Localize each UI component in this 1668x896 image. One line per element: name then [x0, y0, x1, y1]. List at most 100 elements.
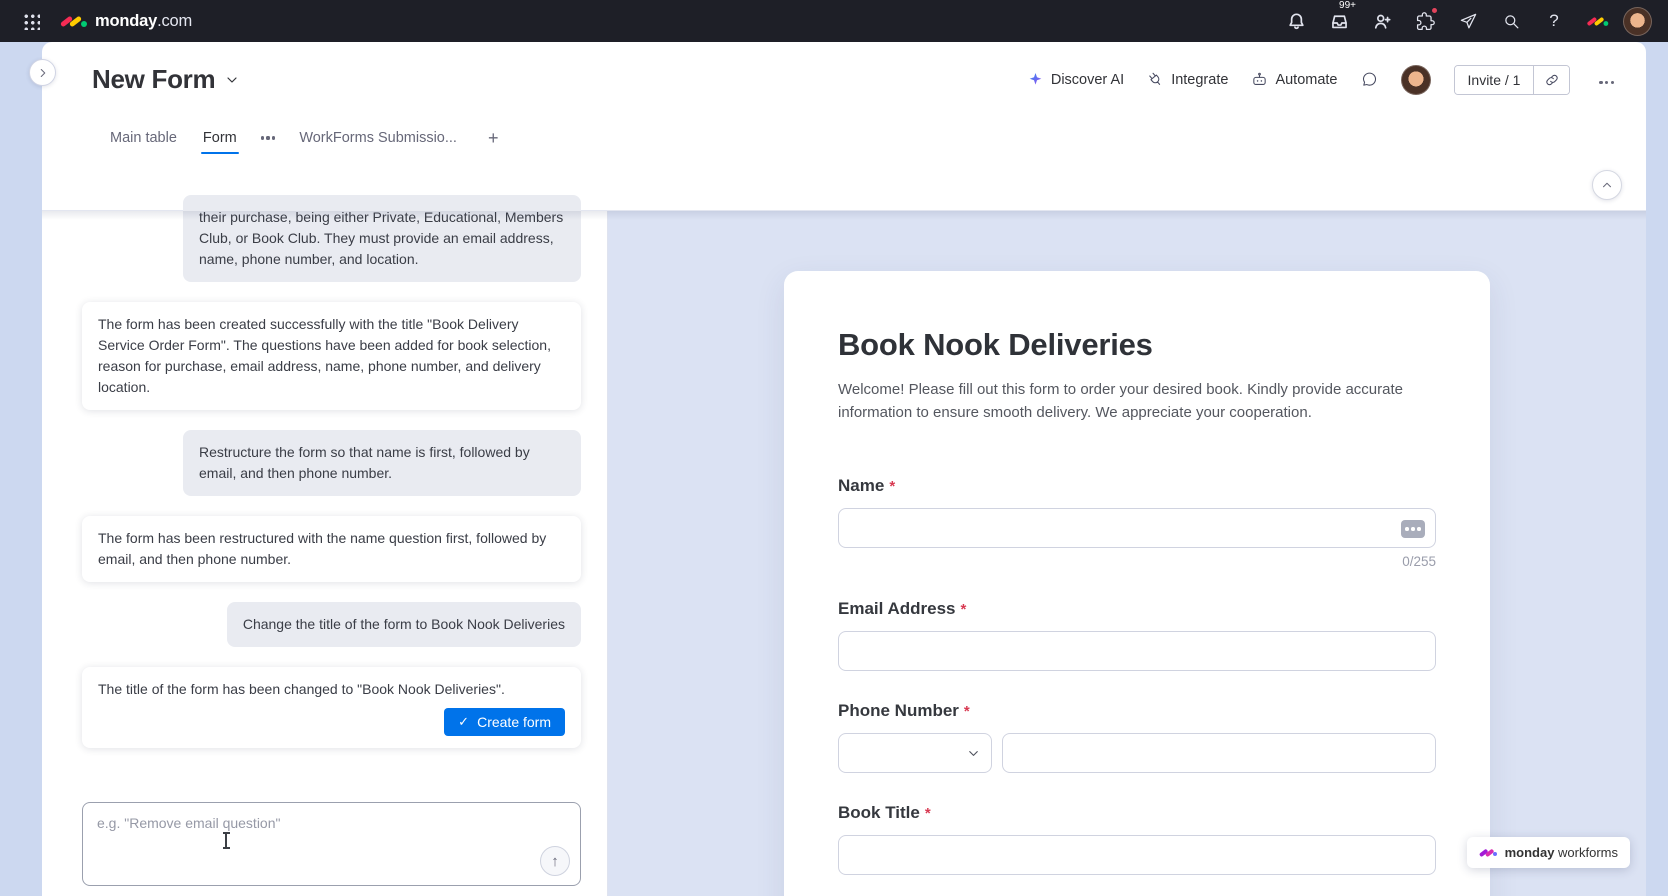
email-input[interactable] — [838, 631, 1436, 671]
search-icon — [1504, 14, 1518, 28]
message-action-row: ✓ Create form — [98, 708, 565, 736]
check-icon: ✓ — [458, 714, 470, 729]
view-tabs: Main table Form WorkForms Submissio... + — [42, 117, 1646, 159]
ellipsis-icon — [260, 136, 276, 140]
bell-icon — [1288, 12, 1304, 29]
link-icon — [1546, 74, 1558, 85]
notification-dot — [1431, 7, 1438, 14]
board-chat-button[interactable] — [1361, 71, 1378, 88]
tab-options-button[interactable] — [260, 117, 276, 159]
ellipsis-icon — [1599, 80, 1614, 84]
invite-members-button[interactable] — [1365, 4, 1399, 38]
apps-grid-button[interactable] — [16, 6, 46, 36]
expand-sidebar-button[interactable] — [29, 59, 56, 86]
phone-country-select[interactable] — [838, 733, 992, 773]
chat-message-user: Restructure the form so that name is fir… — [183, 430, 581, 496]
required-asterisk: * — [924, 805, 931, 822]
inbox-badge: 99+ — [1339, 0, 1356, 11]
workforms-badge[interactable]: monday workforms — [1466, 837, 1630, 868]
add-view-button[interactable]: + — [481, 126, 506, 151]
discover-ai-button[interactable]: Discover AI — [1027, 71, 1124, 88]
phone-input[interactable] — [1002, 733, 1436, 773]
page-background: New Form Discover AI Integrate Automate … — [0, 42, 1668, 896]
discover-ai-label: Discover AI — [1050, 71, 1125, 88]
invite-button[interactable]: Invite / 1 — [1454, 65, 1534, 94]
tab-label: Form — [202, 130, 237, 146]
tab-form[interactable]: Form — [200, 117, 239, 159]
chat-input-container: ↑ — [82, 802, 581, 886]
invite-button-group: Invite / 1 — [1453, 64, 1571, 95]
robot-icon — [1253, 72, 1267, 85]
logo-bold: monday — [95, 11, 158, 30]
required-asterisk: * — [889, 478, 896, 495]
chat-prompt-input[interactable] — [83, 803, 580, 885]
page-title: New Form — [92, 64, 216, 94]
form-preview-panel: Book Nook Deliveries Welcome! Please fil… — [608, 211, 1646, 896]
field-label-text: Book Title — [838, 803, 920, 822]
product-switcher-button[interactable] — [1580, 4, 1614, 38]
inbox-tray-icon — [1331, 14, 1347, 28]
automate-label: Automate — [1275, 71, 1338, 88]
arrow-up-icon: ↑ — [551, 852, 559, 870]
char-counter: 0/255 — [1402, 554, 1436, 569]
inbox-button[interactable]: 99+ — [1322, 0, 1356, 38]
collaborator-avatar[interactable] — [1400, 64, 1431, 95]
field-label-text: Phone Number — [838, 701, 959, 720]
chat-message-list: their purchase, being either Private, Ed… — [42, 195, 607, 794]
chat-bubble-icon — [1362, 72, 1376, 86]
chevron-down-icon — [227, 76, 237, 83]
field-email: Email Address * — [838, 599, 1436, 671]
monday-workforms-logo-icon — [1478, 846, 1498, 859]
field-phone: Phone Number * — [838, 701, 1436, 773]
topbar: monday.com 99+ ? — [0, 0, 1668, 42]
required-asterisk: * — [963, 703, 970, 720]
automate-button[interactable]: Automate — [1251, 71, 1338, 88]
tab-label: WorkForms Submissio... — [299, 130, 457, 146]
search-button[interactable] — [1494, 4, 1528, 38]
create-form-label: Create form — [477, 714, 551, 730]
monday-logo-text: monday.com — [95, 12, 192, 31]
chevron-right-icon — [40, 68, 45, 77]
board-title[interactable]: New Form — [92, 64, 240, 95]
chevron-down-icon — [969, 751, 978, 756]
required-asterisk: * — [960, 601, 967, 618]
tab-label: Main table — [110, 130, 177, 146]
copy-link-button[interactable] — [1533, 65, 1570, 94]
book-title-input[interactable] — [838, 835, 1436, 875]
integrate-button[interactable]: Integrate — [1147, 71, 1228, 88]
integrate-label: Integrate — [1171, 71, 1229, 88]
help-button[interactable]: ? — [1537, 4, 1571, 38]
puzzle-icon — [1416, 11, 1435, 30]
chat-message-user: their purchase, being either Private, Ed… — [183, 195, 581, 282]
apps-button[interactable] — [1451, 4, 1485, 38]
name-input[interactable] — [838, 508, 1436, 548]
field-label-text: Email Address — [838, 599, 956, 618]
tab-main-table[interactable]: Main table — [108, 117, 179, 159]
monday-logo-icon — [59, 13, 87, 30]
collapse-header-button[interactable] — [1592, 170, 1622, 200]
paper-plane-icon — [1460, 13, 1476, 28]
person-add-icon — [1374, 14, 1391, 29]
autofill-icon[interactable] — [1401, 520, 1425, 538]
chat-message-user: Change the title of the form to Book Noo… — [226, 602, 581, 647]
monday-home-link[interactable]: monday.com — [59, 12, 192, 31]
board-menu-button[interactable] — [1593, 66, 1620, 93]
chat-message-assistant: The form has been created successfully w… — [82, 302, 581, 410]
field-book-title: Book Title * — [838, 803, 1436, 875]
chat-message-assistant: The title of the form has been changed t… — [82, 667, 581, 748]
send-button[interactable]: ↑ — [540, 846, 570, 876]
logo-rest: .com — [157, 11, 193, 30]
chat-message-text: The title of the form has been changed t… — [98, 681, 505, 697]
tab-workforms-submissions[interactable]: WorkForms Submissio... — [297, 117, 459, 159]
user-avatar[interactable] — [1623, 6, 1652, 36]
chat-message-assistant: The form has been restructured with the … — [82, 516, 581, 582]
board-content-card: New Form Discover AI Integrate Automate … — [42, 42, 1646, 896]
workspace: their purchase, being either Private, Ed… — [42, 195, 1646, 896]
marketplace-button[interactable] — [1408, 4, 1442, 38]
chevron-up-icon — [1602, 182, 1612, 188]
name-label: Name * — [838, 476, 1436, 496]
form-description: Welcome! Please fill out this form to or… — [838, 381, 1403, 421]
create-form-button[interactable]: ✓ Create form — [444, 708, 565, 736]
notifications-button[interactable] — [1279, 4, 1313, 38]
badge-bold-text: monday — [1504, 845, 1555, 860]
